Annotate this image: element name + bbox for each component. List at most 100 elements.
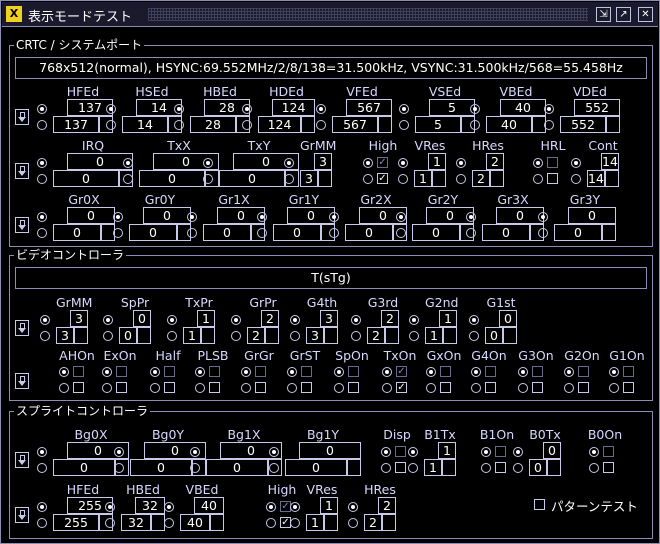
video-exon-radio-write[interactable] [102,383,112,393]
crtc-vres-radio-write[interactable] [398,174,408,184]
crtc-txx-radio-write[interactable] [123,174,133,184]
crtc-grmm-radio-read[interactable] [284,158,294,168]
sprite-b0on-radio-write[interactable] [589,463,599,473]
video-g4th-input[interactable]: 3 [306,327,324,344]
crtc-hres-radio-read[interactable] [456,158,466,168]
video-spon-radio-write[interactable] [334,383,344,393]
video-grmm-radio-read[interactable] [40,315,50,325]
video-g1st-spinner[interactable] [503,327,517,344]
crtc-vsed-radio-write[interactable] [399,120,409,130]
crtc-vded-radio-write[interactable] [544,120,554,130]
video-g2on-radio-read[interactable] [564,367,574,377]
crtc-txy-radio-read[interactable] [203,158,213,168]
crtc-gr1x-radio-write[interactable] [187,228,197,238]
video-ahon-radio-write[interactable] [59,383,69,393]
crtc-vsed-input[interactable]: 5 [415,116,461,133]
crtc-irq-radio-write[interactable] [37,174,47,184]
crtc-vfed-input[interactable]: 567 [332,116,378,133]
crtc-gr0y-radio-write[interactable] [113,228,123,238]
video-grmm-radio-write[interactable] [40,331,50,341]
pattern-test-checkbox[interactable] [534,499,545,510]
crtc-txx-input[interactable]: 0 [139,170,205,187]
sprite-b0on-checkbox[interactable] [603,462,614,473]
video-g2nd-radio-read[interactable] [409,315,419,325]
sprite-bg0x-radio-write[interactable] [37,463,47,473]
sprite-b0tx-input[interactable]: 0 [529,459,547,476]
video-g3on-radio-write[interactable] [518,383,528,393]
video-g4on-radio-read[interactable] [471,367,481,377]
video-g1on-checkbox[interactable] [623,382,634,393]
video-sppr-radio-read[interactable] [103,315,113,325]
video-g3on-checkbox[interactable] [532,382,543,393]
crtc-vres-radio-read[interactable] [398,158,408,168]
video-g3on-radio-read[interactable] [518,367,528,377]
sprite-bg1x-input[interactable]: 0 [206,459,268,476]
crtc-hrl-checkbox[interactable] [547,173,558,184]
sprite-bg0x-radio-read[interactable] [37,447,47,457]
crtc-hsed-radio-read[interactable] [106,104,116,114]
video-plsb-checkbox[interactable] [209,382,220,393]
video-grpr-spinner[interactable] [265,327,279,344]
crtc-hded-spinner[interactable] [301,116,315,133]
crtc-hfed-radio-read[interactable] [37,104,47,114]
crtc-gr2x-radio-write[interactable] [329,228,339,238]
sprite-b1on-radio-read[interactable] [481,447,491,457]
crtc-gr3y-input[interactable]: 0 [554,224,602,241]
crtc-gr1x-radio-read[interactable] [187,212,197,222]
crtc-hrl-radio-read[interactable] [533,158,543,168]
crtc-cont-spinner[interactable] [605,170,619,187]
crtc-cont-radio-write[interactable] [571,174,581,184]
sprite-bg1y-spinner[interactable] [347,459,361,476]
video-grst-radio-write[interactable] [287,383,297,393]
video-g4th-radio-read[interactable] [290,315,300,325]
sprite-hres-input[interactable]: 2 [364,514,382,531]
video-g4on-checkbox[interactable] [485,382,496,393]
sprite-bg0y-input[interactable]: 0 [130,459,192,476]
maximize-icon[interactable]: ↗ [616,7,631,22]
video-grmm-input[interactable]: 3 [56,327,74,344]
crtc-vded-radio-read[interactable] [544,104,554,114]
video-g2nd-radio-write[interactable] [409,331,419,341]
title-bar[interactable]: X 表示モードテスト ⇲ ↗ ✕ [2,2,658,27]
crtc-gr0x-radio-read[interactable] [37,212,47,222]
video-grgr-checkbox[interactable] [255,382,266,393]
video-g1on-radio-read[interactable] [609,367,619,377]
sprite-vbed-input[interactable]: 40 [180,514,210,531]
video-grpr-input[interactable]: 2 [247,327,265,344]
crtc-hbed-radio-write[interactable] [174,120,184,130]
video-grpr-radio-write[interactable] [231,331,241,341]
video-sppr-spinner[interactable] [137,327,151,344]
video-sppr-input[interactable]: 0 [119,327,137,344]
crtc-hrl-radio-write[interactable] [533,174,543,184]
sprite-b0tx-radio-write[interactable] [513,463,523,473]
sprite-b0tx-radio-read[interactable] [513,447,523,457]
sprite-vres-radio-write[interactable] [290,518,300,528]
sprite-hres-spinner[interactable] [382,514,396,531]
video-spon-checkbox[interactable] [348,382,359,393]
crtc-txx-radio-read[interactable] [123,158,133,168]
crtc-hfed-input[interactable]: 137 [53,116,99,133]
sprite-disp-checkbox[interactable] [395,462,406,473]
crtc-gr1y-radio-write[interactable] [257,228,267,238]
crtc-hres-spinner[interactable] [490,170,504,187]
sprite-b1tx-input[interactable]: 1 [424,459,442,476]
sprite-bg1x-radio-write[interactable] [190,463,200,473]
crtc-high-checkbox[interactable]: ✓ [377,173,388,184]
crtc-hres-radio-write[interactable] [456,174,466,184]
sprite-disp-radio-read[interactable] [381,447,391,457]
video-g2on-radio-write[interactable] [564,383,574,393]
sprite-b0tx-spinner[interactable] [547,459,561,476]
crtc-gr0y-radio-read[interactable] [113,212,123,222]
video-txon-radio-write[interactable] [382,383,392,393]
video-g3rd-input[interactable]: 2 [367,327,385,344]
video-grgr-radio-write[interactable] [241,383,251,393]
crtc-gr2x-input[interactable]: 0 [345,224,393,241]
crtc-vres-input[interactable]: 1 [414,170,432,187]
sprite-bg0y-radio-read[interactable] [114,447,124,457]
crtc-row3-apply-button[interactable] [15,217,29,233]
video-txpr-radio-write[interactable] [167,331,177,341]
crtc-vfed-radio-write[interactable] [316,120,326,130]
video-exon-checkbox[interactable] [116,382,127,393]
sprite-hres-radio-write[interactable] [348,518,358,528]
video-grst-checkbox[interactable] [301,382,312,393]
